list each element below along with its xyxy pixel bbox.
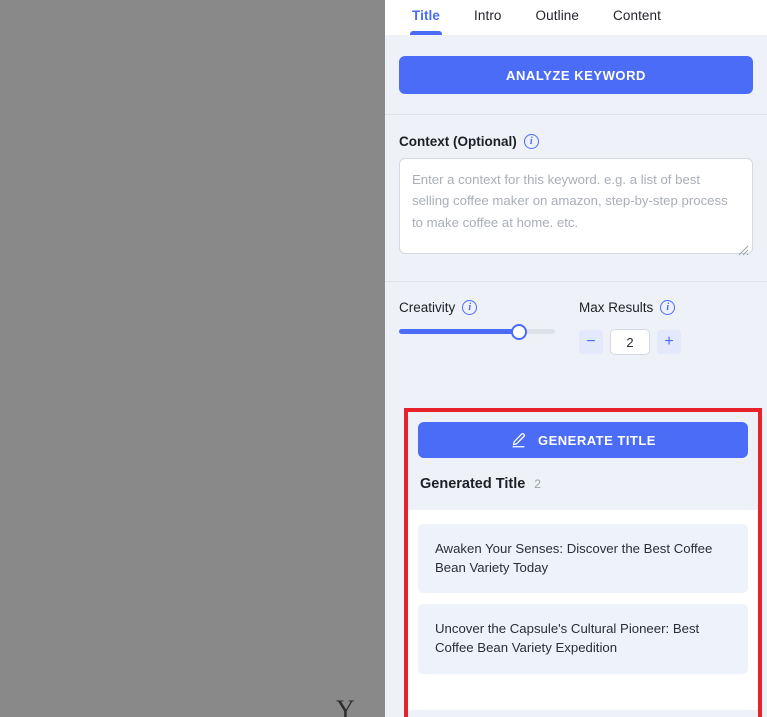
analyze-section: ANALYZE KEYWORD — [385, 35, 767, 115]
tab-title[interactable]: Title — [409, 0, 443, 35]
info-icon[interactable]: i — [523, 134, 539, 149]
max-results-label: Max Results — [579, 300, 654, 315]
creativity-control: Creativity i — [399, 300, 579, 355]
tab-outline[interactable]: Outline — [536, 0, 579, 35]
creativity-slider-thumb[interactable] — [511, 323, 528, 340]
context-label: Context (Optional) — [399, 134, 517, 149]
dimmed-page-overlay: Y — [0, 0, 385, 717]
list-item[interactable]: Awaken Your Senses: Discover the Best Co… — [418, 524, 748, 594]
creativity-slider-fill — [399, 329, 520, 334]
list-item[interactable]: Uncover the Capsule's Cultural Pioneer: … — [418, 604, 748, 674]
app-screen: Y Title Intro Outline Content ANALYZE KE… — [0, 0, 767, 717]
increment-button[interactable]: + — [657, 330, 681, 354]
tab-content[interactable]: Content — [613, 0, 661, 35]
context-section: Context (Optional) i — [385, 115, 767, 282]
tab-bar: Title Intro Outline Content — [385, 0, 767, 35]
generate-title-label: GENERATE TITLE — [538, 432, 656, 448]
context-textarea-wrap — [399, 158, 753, 259]
creativity-label-row: Creativity i — [399, 300, 579, 315]
generated-title-count: 2 — [534, 477, 541, 491]
highlight-annotation: GENERATE TITLE Generated Title 2 Awaken … — [404, 408, 762, 717]
generated-title-heading: Generated Title — [420, 476, 526, 492]
generated-title-list: Awaken Your Senses: Discover the Best Co… — [408, 510, 758, 710]
max-results-control: Max Results i − + — [579, 300, 681, 355]
info-icon[interactable]: i — [660, 300, 676, 315]
generated-title-header: Generated Title 2 — [418, 458, 748, 510]
tab-intro[interactable]: Intro — [474, 0, 502, 35]
side-panel: Title Intro Outline Content ANALYZE KEYW… — [385, 0, 767, 717]
decrement-button[interactable]: − — [579, 330, 603, 354]
creativity-slider[interactable] — [399, 323, 555, 340]
context-label-row: Context (Optional) i — [399, 134, 753, 149]
info-icon[interactable]: i — [462, 300, 478, 315]
generate-section: GENERATE TITLE Generated Title 2 Awaken … — [408, 412, 758, 710]
max-results-stepper: − + — [579, 329, 681, 355]
context-input[interactable] — [399, 158, 753, 254]
max-results-label-row: Max Results i — [579, 300, 681, 315]
max-results-input[interactable] — [610, 329, 650, 355]
pencil-icon — [512, 432, 525, 447]
panel-body: ANALYZE KEYWORD Context (Optional) i Ent… — [385, 35, 767, 717]
creativity-label: Creativity — [399, 300, 456, 315]
analyze-keyword-button[interactable]: ANALYZE KEYWORD — [399, 56, 753, 94]
generate-title-button[interactable]: GENERATE TITLE — [418, 422, 748, 458]
controls-section: Creativity i Max Results i − 2 + — [385, 282, 767, 371]
partial-glyph: Y — [336, 695, 355, 717]
